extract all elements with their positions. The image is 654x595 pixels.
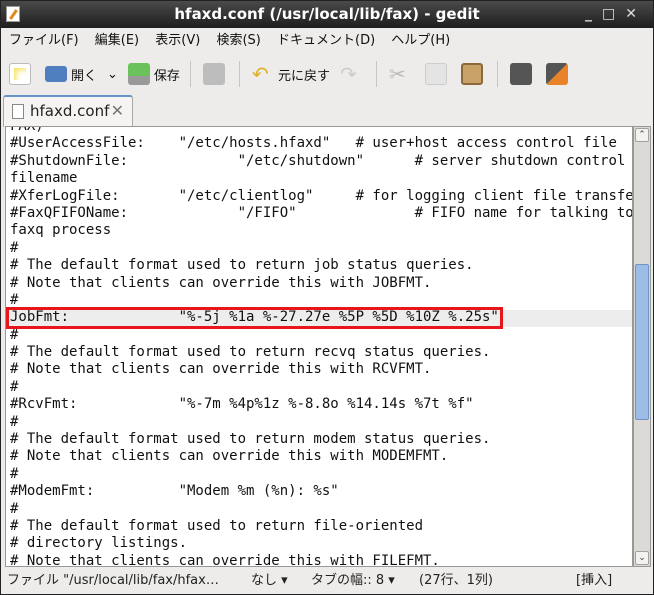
find-button[interactable] [509,63,536,85]
editor-line: # Note that clients can override this wi… [10,448,449,465]
editor-line: # [10,239,19,256]
find-replace-icon [545,63,568,85]
editor-line: # [10,378,19,395]
open-button[interactable]: 開く ⌄ [45,65,118,84]
close-window-button[interactable]: ✕ [625,6,647,22]
menu-file[interactable]: ファイル(F) [9,33,79,48]
insert-mode: [挿入] [576,573,613,588]
tab-hfaxd-conf[interactable]: hfaxd.conf ✕ [3,95,133,127]
copy-button[interactable] [424,63,451,85]
editor-line: #XferLogFile: "/etc/clientlog" # for log… [10,187,633,204]
editor-line: # The default format used to return mode… [10,431,491,448]
window-title: hfaxd.conf (/usr/local/lib/fax) - gedit [174,5,480,23]
editor-line: # [10,465,19,482]
separator [496,61,498,87]
new-document-icon [9,63,31,85]
status-bar: ファイル "/usr/local/lib/fax/hfax… なし ▾ タブの幅… [1,567,653,595]
cut-button[interactable]: ✂ [389,63,415,85]
gedit-window: hfaxd.conf (/usr/local/lib/fax) - gedit … [0,0,654,595]
editor-line: # Note that clients can override this wi… [10,361,432,378]
text-editor[interactable]: FAX) #UserAccessFile: "/etc/hosts.hfaxd" … [5,126,633,567]
scrollbar-thumb[interactable] [635,264,649,420]
editor-text[interactable]: FAX) #UserAccessFile: "/etc/hosts.hfaxd" … [10,126,633,567]
replace-button[interactable] [545,63,572,85]
editor-line: #RcvFmt: "%-7m %4p%1z %-8.8o %14.14s %7t… [10,396,474,413]
editor-line: # [10,500,19,517]
undo-button[interactable]: ↶ 元に戻す [252,63,330,85]
minimize-button[interactable]: _ [585,6,602,22]
editor-line: filename [10,170,78,187]
open-dropdown-icon[interactable]: ⌄ [107,67,118,82]
menu-view[interactable]: 表示(V) [155,33,200,48]
scroll-up-arrow-icon[interactable]: ⌃ [635,128,649,142]
gedit-app-icon [6,6,20,22]
separator [189,61,191,87]
editor-line: #ModemFmt: "Modem %m (%n): %s" [10,483,339,500]
clipboard-icon [460,63,483,85]
print-button[interactable] [202,63,229,85]
menu-help[interactable]: ヘルプ(H) [391,33,450,48]
editor-line: #FaxQFIFOName: "/FIFO" # FIFO name for t… [10,204,633,221]
menu-search[interactable]: 検索(S) [216,33,260,48]
editor-line: FAX) [10,126,44,134]
separator [375,61,377,87]
tab-width-dropdown[interactable]: タブの幅:: 8 ▾ [311,567,395,595]
redo-button[interactable]: ↷ [340,63,366,85]
menu-bar: ファイル(F) 編集(E) 表示(V) 検索(S) ドキュメント(D) ヘルプ(… [1,28,653,54]
separator [238,61,240,87]
editor-line: # The default format used to return job … [10,257,474,274]
printer-icon [202,63,225,85]
editor-line: # [10,326,19,343]
editor-line: #UserAccessFile: "/etc/hosts.hfaxd" # us… [10,135,617,152]
menu-edit[interactable]: 編集(E) [95,33,139,48]
new-button[interactable] [9,63,35,85]
editor-line: # Note that clients can override this wi… [10,552,440,567]
editor-line: # The default format used to return recv… [10,344,491,361]
folder-icon [45,66,67,82]
toolbar: 開く ⌄ 保存 ↶ 元に戻す ↷ ✂ [1,55,653,93]
editor-line: # directory listings. [10,535,188,552]
highlight-box [6,307,503,329]
scissors-icon: ✂ [388,62,406,86]
syntax-highlight-dropdown[interactable]: なし ▾ [251,567,288,595]
redo-icon: ↷ [339,62,357,86]
close-tab-icon[interactable]: ✕ [111,97,124,125]
editor-line: # The default format used to return file… [10,517,424,534]
copy-icon [424,63,447,85]
cursor-position: (27行、1列) [419,573,493,588]
editor-line: faxq process [10,222,112,239]
scroll-down-arrow-icon[interactable]: ⌄ [635,551,649,565]
undo-icon: ↶ [251,62,269,86]
vertical-scrollbar[interactable]: ⌃ ⌄ [633,126,651,567]
menu-document[interactable]: ドキュメント(D) [277,33,375,48]
maximize-button[interactable]: □ [602,6,625,22]
tab-bar: hfaxd.conf ✕ [1,93,653,127]
editor-line: #ShutdownFile: "/etc/shutdown" # server … [10,152,626,169]
editor-line: # Note that clients can override this wi… [10,274,432,291]
save-button[interactable]: 保存 [127,63,180,85]
status-file-path: ファイル "/usr/local/lib/fax/hfax… [7,573,219,588]
paste-button[interactable] [460,63,487,85]
save-icon [127,63,150,85]
binoculars-icon [509,63,532,85]
title-bar: hfaxd.conf (/usr/local/lib/fax) - gedit … [1,1,653,28]
document-icon [12,104,24,119]
editor-line: # [10,413,19,430]
